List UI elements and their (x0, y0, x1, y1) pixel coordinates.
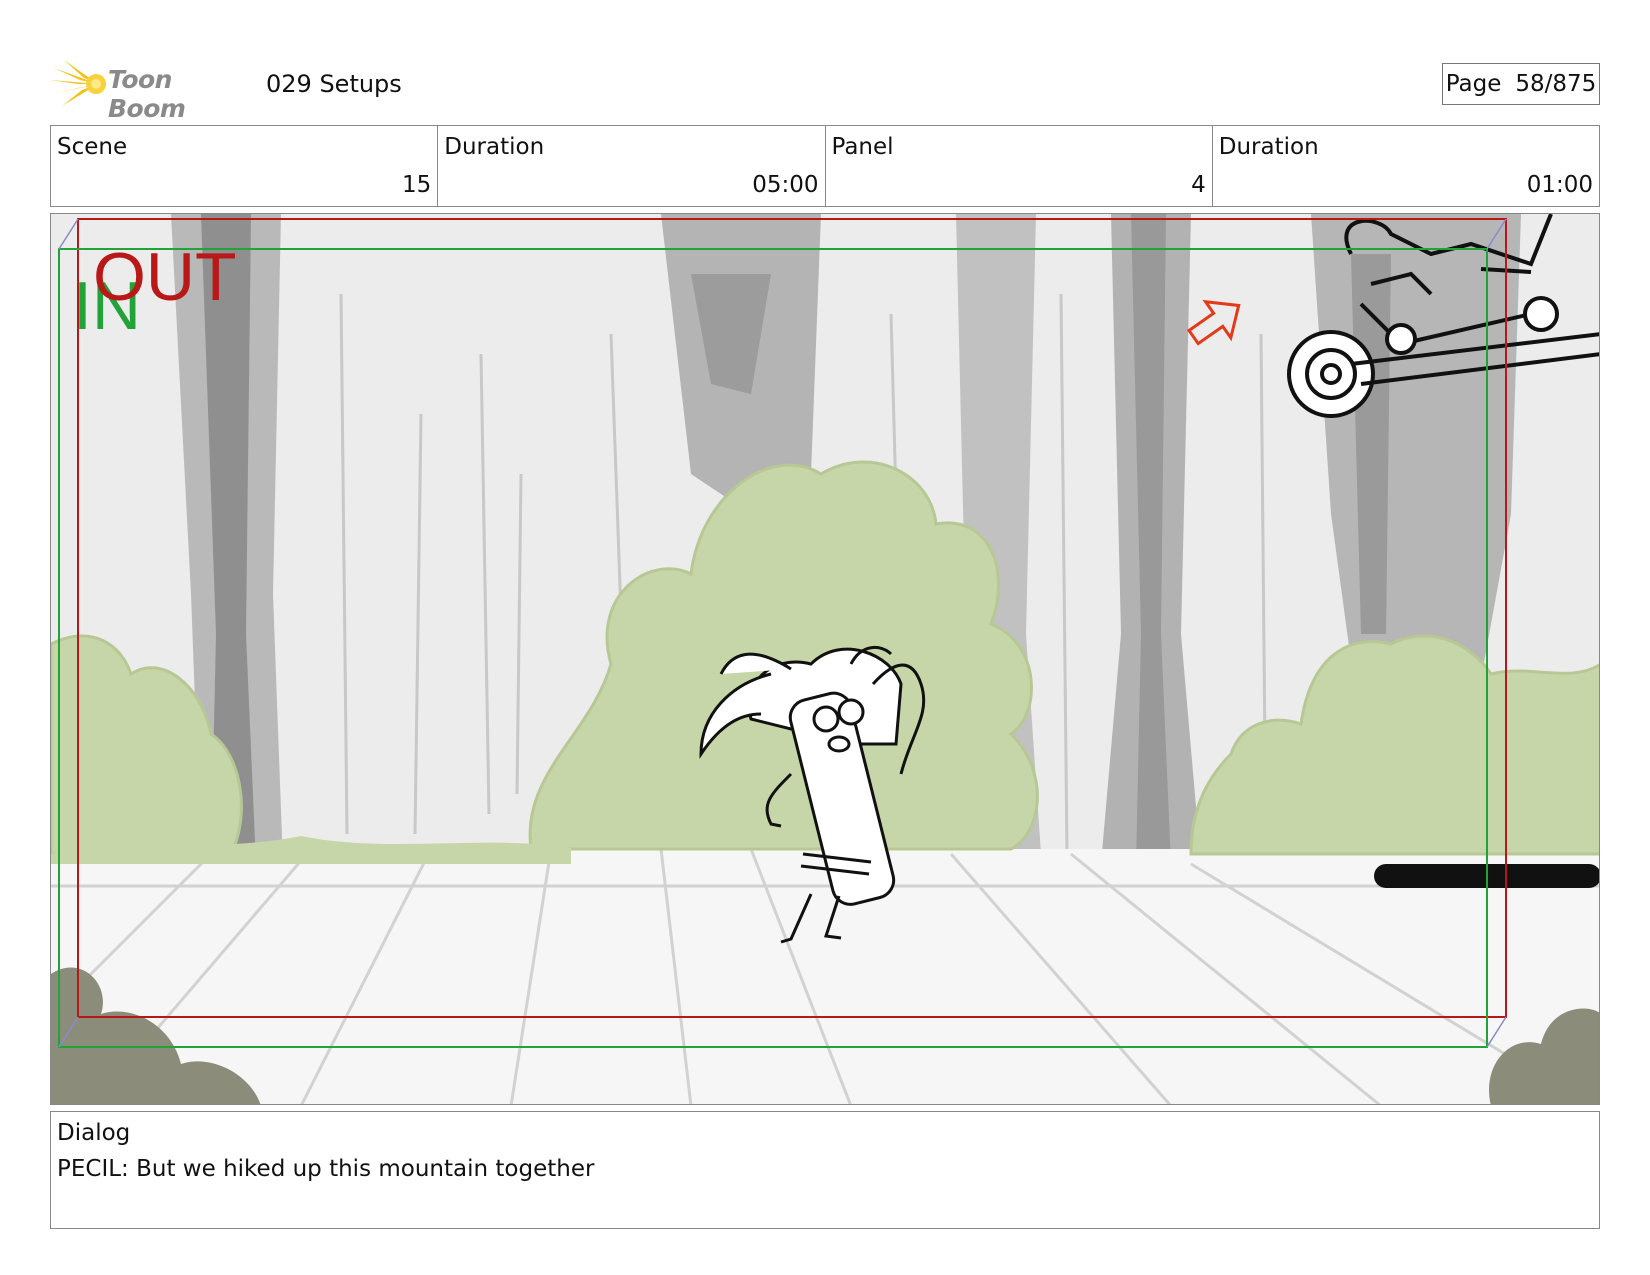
project-title: 029 Setups (266, 70, 402, 98)
panel-cell: Panel 4 (826, 126, 1213, 206)
dialog-box: Dialog PECIL: But we hiked up this mount… (50, 1111, 1600, 1229)
scene-cell: Scene 15 (51, 126, 439, 206)
page-label: Page (1445, 71, 1502, 97)
panel-duration-cell: Duration 01:00 (1213, 126, 1599, 206)
toon-boom-logo: Toon Boom (50, 58, 250, 123)
scene-duration-label: Duration (444, 134, 545, 160)
panel-info-row: Scene 15 Duration 05:00 Panel 4 Duration… (50, 125, 1600, 207)
panel-duration-label: Duration (1218, 134, 1319, 160)
panel-duration-value: 01:00 (1526, 172, 1593, 198)
scene-value: 15 (401, 172, 432, 198)
out-marker: OUT (93, 239, 237, 315)
scene-duration-value: 05:00 (752, 172, 819, 198)
page-indicator: Page 58/875 (1442, 63, 1600, 105)
panel-value: 4 (1191, 172, 1206, 198)
logo-text: Toon Boom (108, 65, 186, 123)
panel-label: Panel (831, 134, 894, 160)
page-value: 58/875 (1515, 71, 1597, 97)
dialog-text: PECIL: But we hiked up this mountain tog… (57, 1156, 595, 1182)
storyboard-drawing: IN OUT (51, 214, 1599, 1104)
scene-duration-cell: Duration 05:00 (438, 126, 826, 206)
scene-label: Scene (57, 134, 128, 160)
starburst-icon (50, 60, 106, 106)
dialog-label: Dialog (57, 1120, 131, 1146)
storyboard-panel-image: IN OUT (50, 213, 1600, 1105)
